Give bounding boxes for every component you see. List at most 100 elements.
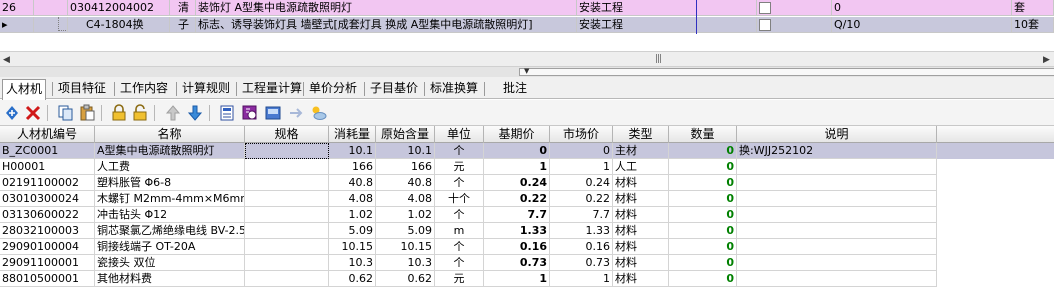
cell-spec[interactable] xyxy=(245,223,329,239)
cell-consumption[interactable]: 1.02 xyxy=(329,207,376,223)
scroll-left-icon[interactable]: ◀ xyxy=(3,55,10,65)
col-consumption[interactable]: 消耗量 xyxy=(329,126,376,143)
cell-spec[interactable] xyxy=(245,271,329,287)
cell-unit[interactable]: 元 xyxy=(435,159,484,175)
cell-quantity[interactable]: 0 xyxy=(669,175,737,191)
arrow-right-icon[interactable] xyxy=(287,104,305,122)
cell-code[interactable]: 88010500001 xyxy=(0,271,95,287)
cell-market-price[interactable]: 0.16 xyxy=(550,239,613,255)
cell-unit[interactable]: 个 xyxy=(435,207,484,223)
cell-market-price[interactable]: 1 xyxy=(550,159,613,175)
cell-code[interactable]: 29091100001 xyxy=(0,255,95,271)
cell-code[interactable]: H00001 xyxy=(0,159,95,175)
table-row[interactable]: 29091100001 瓷接头 双位 10.3 10.3 个 0.73 0.73 材料 0 xyxy=(0,255,1054,271)
copy-icon[interactable] xyxy=(56,104,74,122)
move-down-icon[interactable] xyxy=(186,104,204,122)
cell-spec[interactable] xyxy=(245,207,329,223)
cell-quantity[interactable]: 0 xyxy=(669,271,737,287)
cell-consumption[interactable]: 10.1 xyxy=(329,143,376,159)
cell-note[interactable] xyxy=(737,239,937,255)
cell-consumption[interactable]: 166 xyxy=(329,159,376,175)
tab-quantity-calc[interactable]: 工程量计算 xyxy=(239,79,305,99)
horizontal-scrollbar[interactable]: ◀ ||| ▶ xyxy=(0,51,1054,67)
cell-unit[interactable]: m xyxy=(435,223,484,239)
cell-code[interactable]: 03010300024 xyxy=(0,191,95,207)
cell-base-price[interactable]: 0 xyxy=(484,143,550,159)
tab-notes[interactable]: 批注 xyxy=(500,79,530,99)
cell-base-price[interactable]: 0.24 xyxy=(484,175,550,191)
cell-original[interactable]: 166 xyxy=(376,159,435,175)
unlock-icon[interactable] xyxy=(131,104,149,122)
col-name[interactable]: 名称 xyxy=(95,126,245,143)
cell-base-price[interactable]: 1 xyxy=(484,159,550,175)
col-code[interactable]: 人材机编号 xyxy=(0,126,95,143)
cell-spec[interactable] xyxy=(245,143,329,159)
table-row[interactable]: 03130600022 冲击钻头 Φ12 1.02 1.02 个 7.7 7.7 材料 0 xyxy=(0,207,1054,223)
cell-market-price[interactable]: 7.7 xyxy=(550,207,613,223)
cell-code[interactable]: 28032100003 xyxy=(0,223,95,239)
cell-note[interactable] xyxy=(737,223,937,239)
cell-code[interactable]: 03130600022 xyxy=(0,207,95,223)
col-type[interactable]: 类型 xyxy=(613,126,669,143)
cell-spec[interactable] xyxy=(245,175,329,191)
cell-name[interactable]: 瓷接头 双位 xyxy=(95,255,245,271)
col-original[interactable]: 原始含量 xyxy=(376,126,435,143)
cell-original[interactable]: 10.15 xyxy=(376,239,435,255)
table-row[interactable]: 28032100003铜芯聚氯乙烯绝缘电线 BV-2.5mm²5.095.09m… xyxy=(0,223,1054,239)
cell-name[interactable]: 冲击钻头 Φ12 xyxy=(95,207,245,223)
cell-market-price[interactable]: 1.33 xyxy=(550,223,613,239)
cell-original[interactable]: 4.08 xyxy=(376,191,435,207)
cell-quantity[interactable]: 0 xyxy=(669,255,737,271)
replace-icon[interactable] xyxy=(264,104,282,122)
col-unit[interactable]: 单位 xyxy=(435,126,484,143)
cell-name[interactable]: 其他材料费 xyxy=(95,271,245,287)
move-up-icon[interactable] xyxy=(164,104,182,122)
cell-consumption[interactable]: 10.15 xyxy=(329,239,376,255)
cell-original[interactable]: 0.62 xyxy=(376,271,435,287)
cell-name[interactable]: 塑料胀管 Φ6-8 xyxy=(95,175,245,191)
cell-consumption[interactable]: 5.09 xyxy=(329,223,376,239)
table-row[interactable]: 02191100002 塑料胀管 Φ6-8 40.8 40.8 个 0.24 0.24 材料 0 xyxy=(0,175,1054,191)
cell-base-price[interactable]: 0.73 xyxy=(484,255,550,271)
cell-original[interactable]: 5.09 xyxy=(376,223,435,239)
collapse-down-icon[interactable]: ▼ xyxy=(524,67,529,75)
row-checkbox[interactable] xyxy=(759,2,771,14)
tab-calc-rules[interactable]: 计算规则 xyxy=(179,79,233,99)
cell-name[interactable]: 人工费 xyxy=(95,159,245,175)
cell-market-price[interactable]: 0.24 xyxy=(550,175,613,191)
cell-unit[interactable]: 十个 xyxy=(435,191,484,207)
cell-consumption[interactable]: 40.8 xyxy=(329,175,376,191)
cell-market-price[interactable]: 1 xyxy=(550,271,613,287)
cell-code[interactable]: 29090100004 xyxy=(0,239,95,255)
insert-icon[interactable] xyxy=(3,104,21,122)
list-row-26[interactable]: 26 − 030412004002 清 装饰灯 A型集中电源疏散照明灯 安装工程… xyxy=(0,0,1054,16)
cell-original[interactable]: 10.3 xyxy=(376,255,435,271)
list-row-sub[interactable]: ▸ C4-1804换 子 标志、诱导装饰灯具 墙壁式[成套灯具 换成 A型集中电… xyxy=(0,17,1054,33)
price-lookup-icon[interactable] xyxy=(241,104,259,122)
row-checkbox[interactable] xyxy=(759,19,771,31)
table-row[interactable]: 88010500001 其他材料费 0.62 0.62 元 1 1 材料 0 xyxy=(0,271,1054,287)
cell-quantity[interactable]: 0 xyxy=(669,143,737,159)
cell-type[interactable]: 材料 xyxy=(613,207,669,223)
cell-base-price[interactable]: 1 xyxy=(484,271,550,287)
cell-quantity[interactable]: 0 xyxy=(669,159,737,175)
table-row[interactable]: 29090100004 铜接线端子 OT-20A 10.15 10.15 个 0.16 0.… xyxy=(0,239,1054,255)
cell-type[interactable]: 材料 xyxy=(613,223,669,239)
cell-quantity[interactable]: 0 xyxy=(669,239,737,255)
cell-base-price[interactable]: 7.7 xyxy=(484,207,550,223)
cell-note[interactable] xyxy=(737,175,937,191)
cell-spec[interactable] xyxy=(245,239,329,255)
cell-type[interactable]: 材料 xyxy=(613,271,669,287)
col-market-price[interactable]: 市场价 xyxy=(550,126,613,143)
cell-note[interactable]: 换:WJJ252102 xyxy=(737,143,937,159)
cell-name[interactable]: 铜芯聚氯乙烯绝缘电线 BV-2.5mm² xyxy=(95,223,245,239)
cell-unit[interactable]: 个 xyxy=(435,143,484,159)
cell-market-price[interactable]: 0.73 xyxy=(550,255,613,271)
table-row[interactable]: 03010300024木螺钉 M2mm-4mm×M6mm-65mm 4.084.0… xyxy=(0,191,1054,207)
cell-note[interactable] xyxy=(737,191,937,207)
cell-note[interactable] xyxy=(737,207,937,223)
cell-note[interactable] xyxy=(737,159,937,175)
cell-quantity[interactable]: 0 xyxy=(669,223,737,239)
cell-spec[interactable] xyxy=(245,159,329,175)
cell-quantity[interactable]: 0 xyxy=(669,191,737,207)
